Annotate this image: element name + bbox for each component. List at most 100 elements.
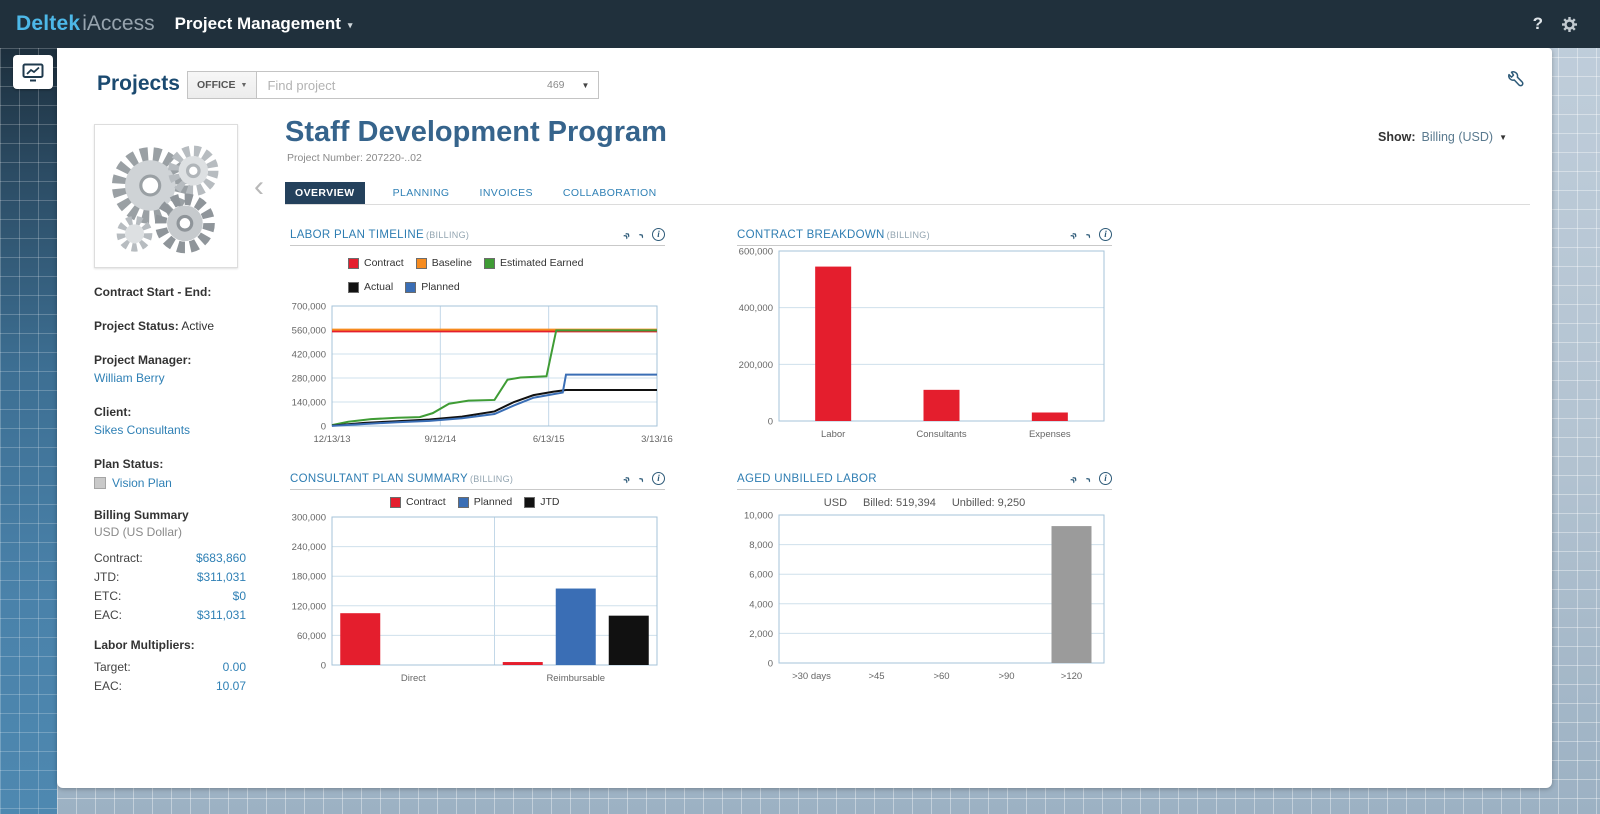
contract-amount-link[interactable]: $683,860 [196, 551, 246, 565]
show-selector[interactable]: Show: Billing (USD) ▼ [1378, 130, 1507, 144]
chart-title: CONTRACT BREAKDOWN (BILLING) [737, 229, 930, 241]
chart-canvas: 0 200,000 400,000 600,000 Labor Consultants Ex… [737, 247, 1112, 444]
eac-multiplier-link[interactable]: 10.07 [216, 679, 246, 693]
expand-icon[interactable]: » [1066, 471, 1081, 486]
projects-dashboard-icon[interactable] [13, 55, 53, 89]
tab-overview[interactable]: OVERVIEW [285, 182, 365, 204]
svg-text:0: 0 [768, 417, 773, 428]
chart-canvas: 0 2,000 4,000 6,000 8,000 10,000 >30 days >45 >6… [737, 511, 1112, 686]
brand-deltek: Deltek [16, 12, 81, 35]
topbar: DeltekiAccess Project Management ▾ ? [0, 0, 1600, 48]
project-manager-label: Project Manager: [94, 353, 192, 367]
expand-icon[interactable]: » [1066, 227, 1081, 242]
search-box: 469 ▼ [256, 71, 600, 99]
project-title: Staff Development Program [285, 116, 667, 148]
svg-text:>120: >120 [1061, 671, 1082, 682]
billing-row: ETC: $0 [94, 589, 246, 603]
project-number: Project Number: 207220-..02 [287, 152, 422, 164]
chart-legend: Contract Baseline Estimated Earned Actual Pl… [348, 253, 624, 301]
info-icon[interactable]: i [1099, 472, 1112, 485]
app-name: Project Management [174, 14, 341, 33]
expand-icon[interactable]: » [619, 227, 634, 242]
svg-text:6,000: 6,000 [749, 570, 773, 581]
svg-text:4,000: 4,000 [749, 599, 773, 610]
help-icon[interactable]: ? [1533, 14, 1543, 34]
show-value: Billing (USD) [1421, 130, 1494, 144]
svg-text:60,000: 60,000 [297, 630, 326, 641]
eac-amount-link[interactable]: $311,031 [197, 608, 246, 622]
chart-panel-labor-plan-timeline: LABOR PLAN TIMELINE (BILLING) » › i Contr… [290, 224, 673, 449]
tab-invoices[interactable]: INVOICES [478, 182, 535, 204]
multiplier-row: EAC: 10.07 [94, 679, 246, 693]
expand-icon[interactable]: » [619, 471, 634, 486]
chart-panel-header: AGED UNBILLED LABOR » › i [737, 468, 1112, 490]
billing-row: JTD: $311,031 [94, 570, 246, 584]
chart-panel-header: CONTRACT BREAKDOWN (BILLING) » › i [737, 224, 1112, 246]
svg-text:>90: >90 [998, 671, 1014, 682]
svg-text:>45: >45 [868, 671, 884, 682]
svg-text:560,000: 560,000 [292, 326, 326, 337]
svg-text:600,000: 600,000 [739, 247, 773, 258]
plan-status-label: Plan Status: [94, 457, 164, 471]
svg-text:Reimbursable: Reimbursable [546, 673, 605, 684]
chart-title: AGED UNBILLED LABOR [737, 473, 877, 485]
gears-image [111, 145, 219, 254]
svg-text:>30 days: >30 days [792, 671, 831, 682]
open-new-window-icon[interactable]: › [1082, 472, 1095, 485]
chart-canvas: 0 140,000 280,000 420,000 560,000 700,000 12/1… [290, 302, 673, 449]
billing-summary-label: Billing Summary [94, 508, 189, 522]
chart-legend: Contract Planned JTD [390, 496, 665, 511]
info-icon[interactable]: i [652, 472, 665, 485]
vision-plan-link[interactable]: Vision Plan [112, 476, 172, 490]
svg-text:9/12/14: 9/12/14 [424, 434, 456, 445]
svg-text:10,000: 10,000 [744, 511, 773, 522]
settings-gear-icon[interactable] [1561, 16, 1578, 33]
svg-text:700,000: 700,000 [292, 302, 326, 313]
svg-text:3/13/16: 3/13/16 [641, 434, 673, 445]
deltek-logo[interactable]: DeltekiAccess [16, 12, 155, 36]
chart-panel-contract-breakdown: CONTRACT BREAKDOWN (BILLING) » › i 0 200,0… [737, 224, 1112, 444]
project-finder: OFFICE ▼ 469 ▼ [187, 71, 600, 99]
billing-row: Contract: $683,860 [94, 551, 246, 565]
project-thumbnail[interactable] [94, 124, 238, 268]
svg-text:Labor: Labor [821, 429, 845, 440]
open-new-window-icon[interactable]: › [1082, 228, 1095, 241]
chart-panel-header: LABOR PLAN TIMELINE (BILLING) » › i [290, 224, 665, 246]
find-project-input[interactable] [257, 77, 547, 93]
project-manager-link[interactable]: William Berry [94, 371, 165, 385]
vision-plan-checkbox[interactable] [94, 477, 106, 489]
left-rail [0, 48, 57, 814]
open-new-window-icon[interactable]: › [635, 472, 648, 485]
topbar-actions: ? [1533, 14, 1584, 34]
svg-text:Consultants: Consultants [916, 429, 966, 440]
search-dropdown-icon[interactable]: ▼ [573, 81, 599, 90]
client-label: Client: [94, 405, 132, 419]
svg-text:180,000: 180,000 [292, 571, 326, 582]
info-icon[interactable]: i [652, 228, 665, 241]
tools-wrench-icon[interactable] [1504, 70, 1526, 95]
target-multiplier-link[interactable]: 0.00 [223, 660, 246, 674]
jtd-amount-link[interactable]: $311,031 [197, 570, 246, 584]
collapse-panel-chevron[interactable]: ‹ [254, 172, 264, 202]
open-new-window-icon[interactable]: › [635, 228, 648, 241]
svg-text:400,000: 400,000 [739, 303, 773, 314]
billing-currency: USD (US Dollar) [94, 525, 183, 539]
info-icon[interactable]: i [1099, 228, 1112, 241]
svg-text:6/13/15: 6/13/15 [533, 434, 565, 445]
svg-text:200,000: 200,000 [739, 360, 773, 371]
client-link[interactable]: Sikes Consultants [94, 423, 190, 437]
svg-text:0: 0 [768, 659, 773, 670]
tab-planning[interactable]: PLANNING [391, 182, 452, 204]
chart-panel-consultant-plan-summary: CONSULTANT PLAN SUMMARY (BILLING) » › i C… [290, 468, 665, 688]
page-title: Projects [97, 72, 180, 95]
project-tabs: OVERVIEW PLANNING INVOICES COLLABORATION [285, 178, 1530, 205]
tab-collaboration[interactable]: COLLABORATION [561, 182, 659, 204]
app-switcher[interactable]: Project Management ▾ [175, 14, 353, 34]
chart-subtitle: USD Billed: 519,394 Unbilled: 9,250 [823, 497, 1026, 509]
scope-button-label: OFFICE [197, 79, 236, 91]
svg-text:140,000: 140,000 [292, 398, 326, 409]
contract-dates-label: Contract Start - End: [94, 285, 212, 299]
svg-text:Direct: Direct [401, 673, 426, 684]
etc-amount-link[interactable]: $0 [233, 589, 246, 603]
scope-button[interactable]: OFFICE ▼ [187, 71, 257, 99]
